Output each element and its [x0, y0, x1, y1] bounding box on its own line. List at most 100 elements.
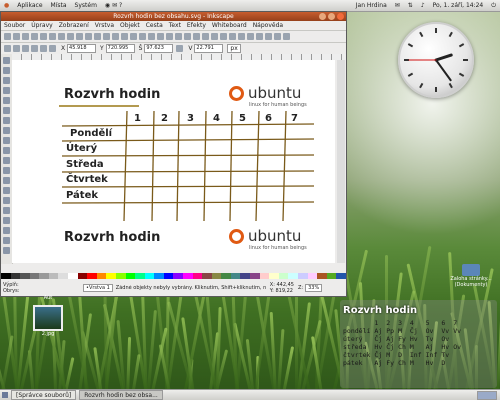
toolbar-button[interactable] [13, 33, 20, 40]
unit-select[interactable]: px [227, 44, 241, 53]
y-field[interactable]: 720.995 [105, 44, 135, 53]
palette-swatch[interactable] [48, 273, 59, 279]
tool-button[interactable] [3, 137, 10, 144]
toolbar-button[interactable] [166, 33, 173, 40]
height-field[interactable]: 22.791 [194, 44, 224, 53]
rotate-icon[interactable] [13, 45, 20, 52]
palette-swatch[interactable] [240, 273, 251, 279]
palette-swatch[interactable] [20, 273, 30, 279]
palette-swatch[interactable] [135, 273, 145, 279]
flip-v-icon[interactable] [31, 45, 38, 52]
launcher-icons[interactable]: ◉ ✉ ? [101, 2, 126, 9]
menu-path[interactable]: Cesta [143, 22, 166, 29]
toolbar-button[interactable] [238, 33, 245, 40]
palette-swatch[interactable] [288, 273, 298, 279]
toolbar-button[interactable] [247, 33, 254, 40]
desktop-image-icon[interactable]: Aut 2.jpg [28, 295, 68, 337]
toolbar-button[interactable] [4, 33, 11, 40]
tool-button[interactable] [3, 147, 10, 154]
menu-places[interactable]: Místa [47, 2, 71, 9]
menu-edit[interactable]: Úpravy [28, 22, 55, 29]
palette-swatch[interactable] [202, 273, 212, 279]
toolbar-button[interactable] [139, 33, 146, 40]
menu-help[interactable]: Nápověda [250, 22, 286, 29]
tool-button[interactable] [3, 177, 10, 184]
palette-swatch[interactable] [154, 273, 164, 279]
tool-button[interactable] [3, 67, 10, 74]
palette-swatch[interactable] [211, 273, 222, 279]
palette-swatch[interactable] [87, 273, 97, 279]
lower-icon[interactable] [49, 45, 56, 52]
toolbar-button[interactable] [157, 33, 164, 40]
palette-swatch[interactable] [326, 273, 337, 279]
tool-button[interactable] [3, 227, 10, 234]
toolbar-button[interactable] [283, 33, 290, 40]
palette-swatch[interactable] [1, 273, 11, 279]
palette-swatch[interactable] [278, 273, 289, 279]
zoom-field[interactable]: 33% [305, 284, 323, 292]
palette-swatch[interactable] [163, 273, 174, 279]
tool-button[interactable] [3, 167, 10, 174]
layer-select[interactable]: •Vrstva 1 [83, 284, 113, 292]
palette-swatch[interactable] [106, 273, 116, 279]
toolbar-button[interactable] [103, 33, 110, 40]
power-icon[interactable]: ⏻ [487, 2, 500, 10]
toolbar-button[interactable] [31, 33, 38, 40]
ubuntu-logo-icon[interactable]: ● [0, 2, 13, 9]
palette-swatch[interactable] [125, 273, 136, 279]
tool-button[interactable] [3, 107, 10, 114]
toolbar-button[interactable] [67, 33, 74, 40]
palette-swatch[interactable] [221, 273, 231, 279]
window-titlebar[interactable]: Rozvrh hodin bez obsahu.svg - Inkscape [1, 12, 346, 21]
palette-swatch[interactable] [182, 273, 193, 279]
toolbar-button[interactable] [49, 33, 56, 40]
palette-swatch[interactable] [39, 273, 49, 279]
palette-swatch[interactable] [250, 273, 260, 279]
tool-button[interactable] [3, 77, 10, 84]
tool-button[interactable] [3, 157, 10, 164]
show-desktop-icon[interactable] [2, 392, 8, 398]
clock-datetime[interactable]: Po, 1. září, 14:24 [429, 2, 488, 9]
raise-icon[interactable] [40, 45, 47, 52]
palette-swatch[interactable] [77, 273, 88, 279]
toolbar-button[interactable] [130, 33, 137, 40]
palette-swatch[interactable] [68, 273, 78, 279]
palette-swatch[interactable] [173, 273, 183, 279]
menu-whiteboard[interactable]: Whiteboard [209, 22, 250, 29]
toolbar-button[interactable] [40, 33, 47, 40]
palette-swatch[interactable] [269, 273, 279, 279]
toolbar-button[interactable] [220, 33, 227, 40]
toolbar-button[interactable] [256, 33, 263, 40]
menu-applications[interactable]: Aplikace [13, 2, 46, 9]
select-all-icon[interactable] [4, 45, 11, 52]
taskbar-item-active[interactable]: Rozvrh hodin bez obsa... [79, 390, 163, 400]
palette-swatch[interactable] [317, 273, 327, 279]
volume-icon[interactable]: ♪ [417, 2, 429, 9]
toolbar-button[interactable] [202, 33, 209, 40]
desktop-folder-icon[interactable]: Zaloha stránky... (Dokumenty) [448, 264, 494, 288]
lock-icon[interactable] [176, 45, 184, 52]
close-button[interactable] [337, 13, 344, 20]
toolbar-button[interactable] [121, 33, 128, 40]
menu-system[interactable]: Systém [71, 2, 101, 9]
tool-button[interactable] [3, 97, 10, 104]
minimize-button[interactable] [319, 13, 326, 20]
toolbar-button[interactable] [265, 33, 272, 40]
workspace-switcher[interactable] [477, 390, 497, 400]
menu-file[interactable]: Soubor [1, 22, 28, 29]
toolbar-button[interactable] [148, 33, 155, 40]
tool-button[interactable] [3, 127, 10, 134]
tool-button[interactable] [3, 197, 10, 204]
toolbar-button[interactable] [76, 33, 83, 40]
palette-swatch[interactable] [192, 273, 203, 279]
timetable-widget[interactable]: Rozvrh hodin 1 2 3 4 5 6 7 pondělí Aj Pp… [340, 300, 497, 388]
palette-swatch[interactable] [297, 273, 308, 279]
toolbar-button[interactable] [229, 33, 236, 40]
tool-button[interactable] [3, 247, 10, 254]
tool-button[interactable] [3, 187, 10, 194]
palette-swatch[interactable] [96, 273, 107, 279]
tool-button[interactable] [3, 57, 10, 64]
palette-swatch[interactable] [336, 273, 346, 279]
palette-swatch[interactable] [230, 273, 241, 279]
toolbar-button[interactable] [184, 33, 191, 40]
